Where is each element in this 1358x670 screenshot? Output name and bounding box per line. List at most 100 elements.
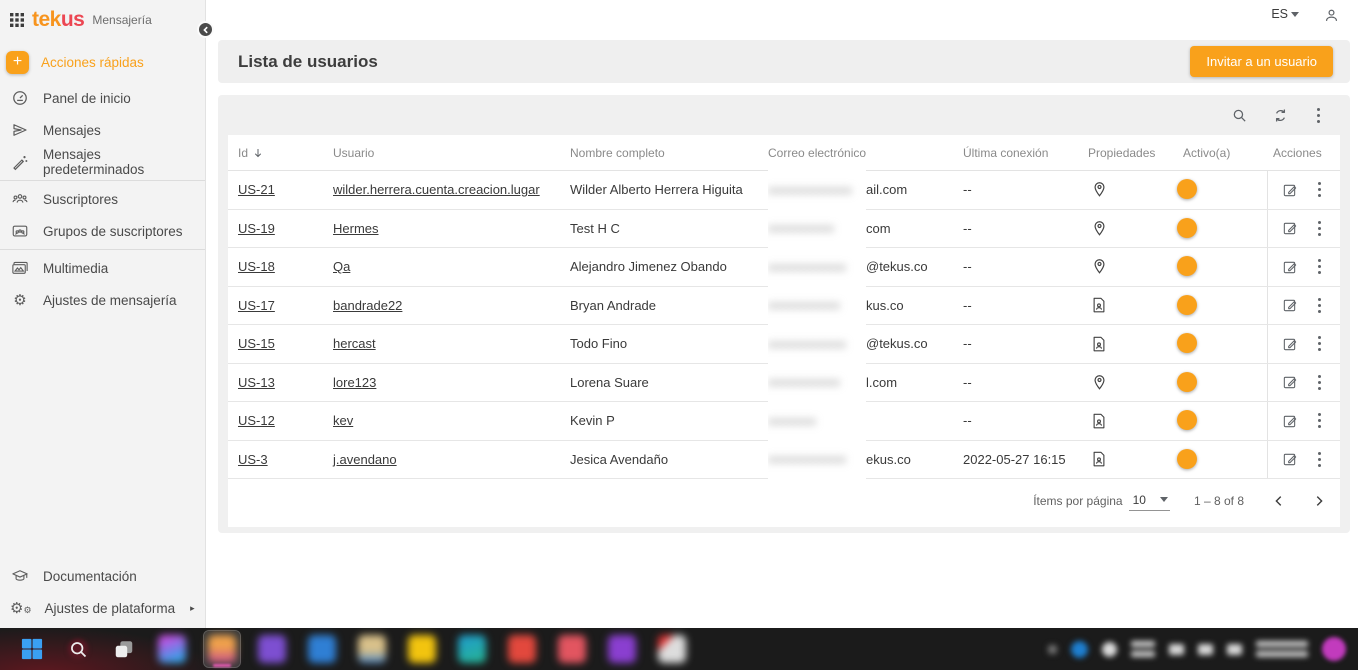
notification-badge[interactable] [1322, 637, 1346, 661]
tekus-logo[interactable]: tekus [32, 8, 84, 32]
sidebar-collapse-button[interactable] [197, 21, 214, 38]
clock-date-area[interactable] [1256, 641, 1308, 657]
edit-icon[interactable] [1282, 451, 1298, 467]
active-cell [1183, 259, 1267, 274]
sidebar-item-panel-de-inicio[interactable]: Panel de inicio [0, 82, 205, 114]
task-view-icon [113, 638, 135, 660]
taskbar-app-icon[interactable] [204, 631, 240, 667]
column-header-activo[interactable]: Activo(a) [1183, 146, 1267, 160]
search-icon[interactable] [1231, 107, 1248, 124]
column-header-nombre[interactable]: Nombre completo [570, 146, 768, 160]
tray-overflow-icon[interactable] [1048, 645, 1057, 654]
taskbar-app-icon[interactable] [154, 631, 190, 667]
apps-grid-icon[interactable] [10, 13, 24, 27]
edit-icon[interactable] [1282, 297, 1298, 313]
username-link[interactable]: Qa [333, 259, 350, 274]
redacted-email-blur: xxxxxxxxxxxxx [768, 324, 866, 364]
user-id-link[interactable]: US-15 [238, 336, 275, 351]
column-header-propiedades[interactable]: Propiedades [1088, 146, 1183, 160]
taskbar-app-icon[interactable] [504, 631, 540, 667]
sidebar-item-acciones-rapidas[interactable]: + Acciones rápidas [0, 48, 205, 76]
volume-icon[interactable] [1198, 644, 1213, 655]
battery-icon[interactable] [1227, 644, 1242, 655]
user-id-link[interactable]: US-19 [238, 221, 275, 236]
username-link[interactable]: lore123 [333, 375, 376, 390]
taskbar-app-icon[interactable] [454, 631, 490, 667]
page-header: Lista de usuarios Invitar a un usuario [218, 40, 1350, 83]
edit-icon[interactable] [1282, 220, 1298, 236]
language-selector[interactable]: ES [1271, 7, 1299, 21]
task-view-button[interactable] [106, 631, 142, 667]
start-button[interactable] [14, 631, 50, 667]
table-row: US-15 hercast Todo Fino xxxxxxxxxxxxx @t… [228, 325, 1340, 364]
username-link[interactable]: Hermes [333, 221, 379, 236]
taskbar-app-icon[interactable] [404, 631, 440, 667]
column-header-usuario[interactable]: Usuario [333, 146, 570, 160]
account-icon[interactable] [1323, 7, 1340, 24]
sidebar-item-ajustes-de-plataforma[interactable]: ⚙⚙ Ajustes de plataforma ▸ [0, 592, 205, 624]
invite-user-button[interactable]: Invitar a un usuario [1190, 46, 1333, 77]
column-header-acciones[interactable]: Acciones [1267, 146, 1340, 160]
column-header-id[interactable]: Id [238, 146, 333, 160]
properties-cell [1088, 296, 1183, 314]
taskbar-search-button[interactable] [60, 631, 96, 667]
sidebar-item-mensajes[interactable]: Mensajes [0, 114, 205, 146]
previous-page-icon[interactable] [1272, 494, 1286, 508]
tray-app-icon-blue[interactable] [1071, 641, 1088, 658]
actions-cell [1267, 171, 1340, 209]
row-more-options-icon[interactable] [1314, 334, 1325, 353]
user-id-link[interactable]: US-3 [238, 452, 268, 467]
row-more-options-icon[interactable] [1314, 257, 1325, 276]
next-page-icon[interactable] [1312, 494, 1326, 508]
sidebar-item-label: Mensajes predeterminados [43, 147, 195, 177]
tray-app-icon-white[interactable] [1102, 642, 1117, 657]
edit-icon[interactable] [1282, 182, 1298, 198]
user-id-link[interactable]: US-13 [238, 375, 275, 390]
more-options-icon[interactable] [1313, 106, 1324, 125]
sidebar-item-suscriptores[interactable]: Suscriptores [0, 183, 205, 215]
taskbar-app-icon[interactable] [654, 631, 690, 667]
language-indicator[interactable] [1131, 641, 1155, 657]
user-id-link[interactable]: US-18 [238, 259, 275, 274]
sidebar-item-mensajes-predeterminados[interactable]: Mensajes predeterminados [0, 146, 205, 178]
username-link[interactable]: wilder.herrera.cuenta.creacion.lugar [333, 182, 540, 197]
groups-icon [10, 222, 30, 240]
row-more-options-icon[interactable] [1314, 219, 1325, 238]
edit-icon[interactable] [1282, 374, 1298, 390]
sidebar-item-ajustes-de-mensajeria[interactable]: ⚙ Ajustes de mensajería [0, 284, 205, 316]
sidebar-item-documentacion[interactable]: Documentación [0, 560, 205, 592]
table-row: US-13 lore123 Lorena Suare xxxxxxxxxxxx … [228, 364, 1340, 403]
user-id-link[interactable]: US-17 [238, 298, 275, 313]
row-more-options-icon[interactable] [1314, 411, 1325, 430]
username-link[interactable]: kev [333, 413, 353, 428]
taskbar-app-icon[interactable] [554, 631, 590, 667]
column-header-correo[interactable]: Correo electrónico [768, 146, 963, 160]
edit-icon[interactable] [1282, 413, 1298, 429]
taskbar-app-icon[interactable] [304, 631, 340, 667]
system-tray [1048, 637, 1358, 661]
taskbar-app-icon[interactable] [354, 631, 390, 667]
network-icon[interactable] [1169, 644, 1184, 655]
username-link[interactable]: hercast [333, 336, 376, 351]
row-more-options-icon[interactable] [1314, 180, 1325, 199]
refresh-icon[interactable] [1272, 107, 1289, 124]
row-more-options-icon[interactable] [1314, 296, 1325, 315]
row-more-options-icon[interactable] [1314, 450, 1325, 469]
username-link[interactable]: bandrade22 [333, 298, 402, 313]
sidebar-item-multimedia[interactable]: Multimedia [0, 252, 205, 284]
sidebar-item-label: Mensajes [43, 123, 101, 138]
sidebar-item-grupos-de-suscriptores[interactable]: Grupos de suscriptores [0, 215, 205, 247]
edit-icon[interactable] [1282, 259, 1298, 275]
column-header-ultima-conexion[interactable]: Última conexión [963, 146, 1088, 160]
items-per-page-select[interactable]: 10 [1129, 491, 1170, 511]
taskbar-app-icon[interactable] [604, 631, 640, 667]
user-id-link[interactable]: US-12 [238, 413, 275, 428]
taskbar-app-icon[interactable] [254, 631, 290, 667]
email-visible-suffix: kus.co [866, 298, 904, 313]
edit-icon[interactable] [1282, 336, 1298, 352]
taskbar-app-slot [552, 629, 592, 669]
row-more-options-icon[interactable] [1314, 373, 1325, 392]
user-id-link[interactable]: US-21 [238, 182, 275, 197]
windows-logo-icon [21, 638, 43, 660]
username-link[interactable]: j.avendano [333, 452, 397, 467]
